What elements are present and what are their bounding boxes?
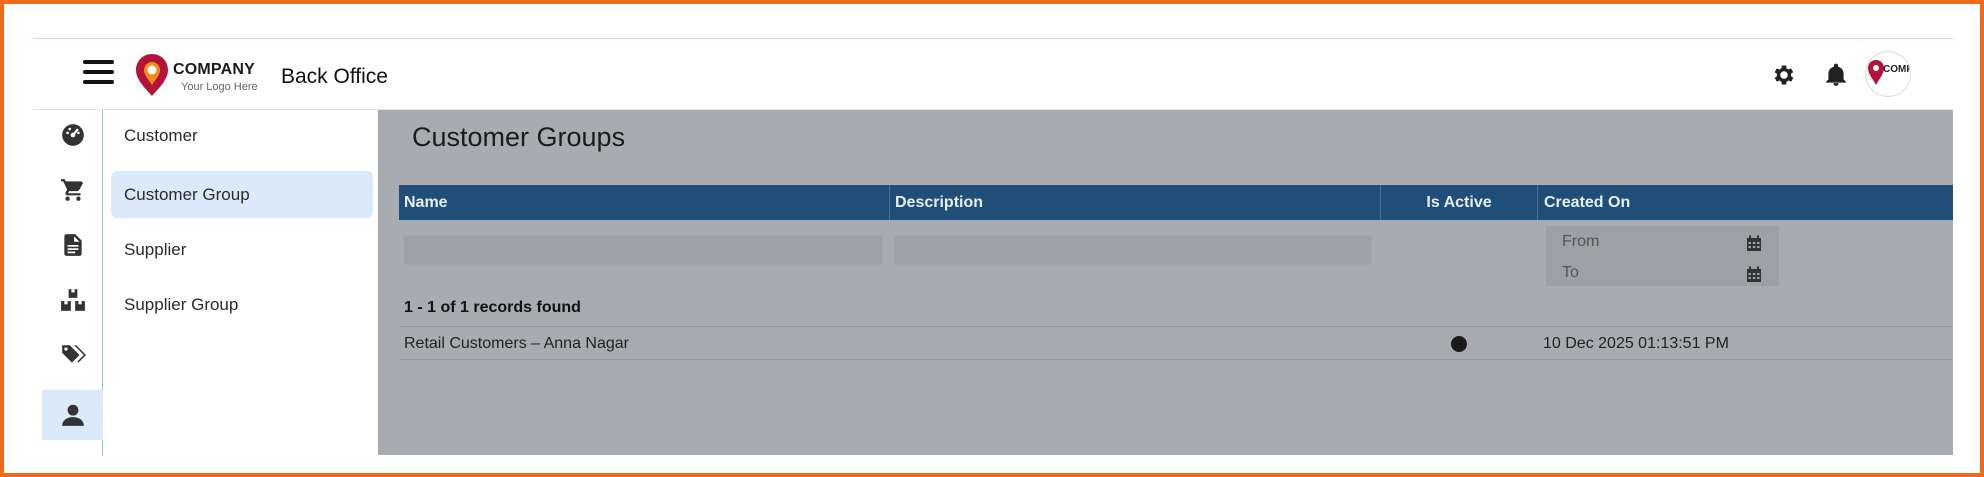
gear-icon[interactable] — [1771, 62, 1797, 88]
boxes-icon — [60, 289, 85, 311]
rail-item-documents[interactable] — [42, 220, 103, 270]
to-date-input[interactable]: To — [1562, 264, 1579, 282]
icon-rail — [38, 110, 103, 455]
logo-tagline: Your Logo Here — [181, 81, 258, 93]
divider — [33, 38, 1953, 39]
submenu-item-supplier[interactable]: Supplier — [111, 226, 373, 273]
app-header: COMPANY Your Logo Here Back Office COMPA… — [33, 40, 1953, 110]
company-logo: COMPANY Your Logo Here — [133, 52, 273, 98]
rail-item-dashboard[interactable] — [42, 110, 103, 160]
records-count: 1 - 1 of 1 records found — [404, 299, 581, 316]
submenu-item-supplier-group[interactable]: Supplier Group — [111, 281, 373, 328]
main-content: Customer Groups Name Description Is Acti… — [378, 110, 1953, 455]
name-filter-input[interactable] — [403, 235, 883, 265]
column-header-description[interactable]: Description — [889, 185, 983, 220]
column-header-created-on[interactable]: Created On — [1537, 185, 1630, 220]
created-on-filter: From To — [1546, 226, 1779, 286]
active-status-dot — [1451, 336, 1467, 352]
avatar[interactable]: COMPANY — [1865, 51, 1911, 97]
cell-name: Retail Customers – Anna Nagar — [404, 335, 629, 352]
from-date-input[interactable]: From — [1562, 233, 1599, 251]
document-icon — [63, 234, 82, 256]
column-header-name[interactable]: Name — [404, 185, 448, 220]
menu-icon[interactable] — [83, 60, 114, 90]
tags-icon — [61, 345, 86, 363]
user-icon — [61, 404, 84, 426]
cart-icon — [60, 179, 83, 201]
column-header-is-active[interactable]: Is Active — [1380, 185, 1537, 220]
logo-pin-icon — [136, 54, 168, 96]
page-title: Customer Groups — [412, 122, 626, 152]
dashboard-icon — [61, 124, 84, 146]
submenu-item-customer-group[interactable]: Customer Group — [111, 171, 373, 218]
rail-item-orders[interactable] — [42, 165, 103, 215]
description-filter-input[interactable] — [894, 235, 1372, 265]
app-title: Back Office — [281, 65, 388, 88]
table-row[interactable]: Retail Customers – Anna Nagar 10 Dec 202… — [399, 326, 1953, 360]
bell-icon[interactable] — [1823, 62, 1849, 88]
logo-name: COMPANY — [173, 61, 255, 78]
filter-row: From To — [399, 220, 1953, 294]
avatar-text: COMPANY — [1883, 64, 1911, 75]
rail-item-contacts[interactable] — [42, 390, 103, 440]
rail-item-inventory[interactable] — [42, 275, 103, 325]
cell-created-on: 10 Dec 2025 01:13:51 PM — [1543, 335, 1729, 352]
grid-header: Name Description Is Active Created On — [399, 185, 1953, 220]
calendar-icon[interactable] — [1746, 235, 1762, 252]
calendar-icon[interactable] — [1746, 266, 1762, 283]
submenu-item-customer[interactable]: Customer — [111, 112, 373, 159]
avatar-logo-icon: COMPANY — [1868, 60, 1911, 85]
submenu: Customer Customer Group Supplier Supplie… — [104, 110, 378, 455]
rail-item-pricing[interactable] — [42, 330, 103, 380]
